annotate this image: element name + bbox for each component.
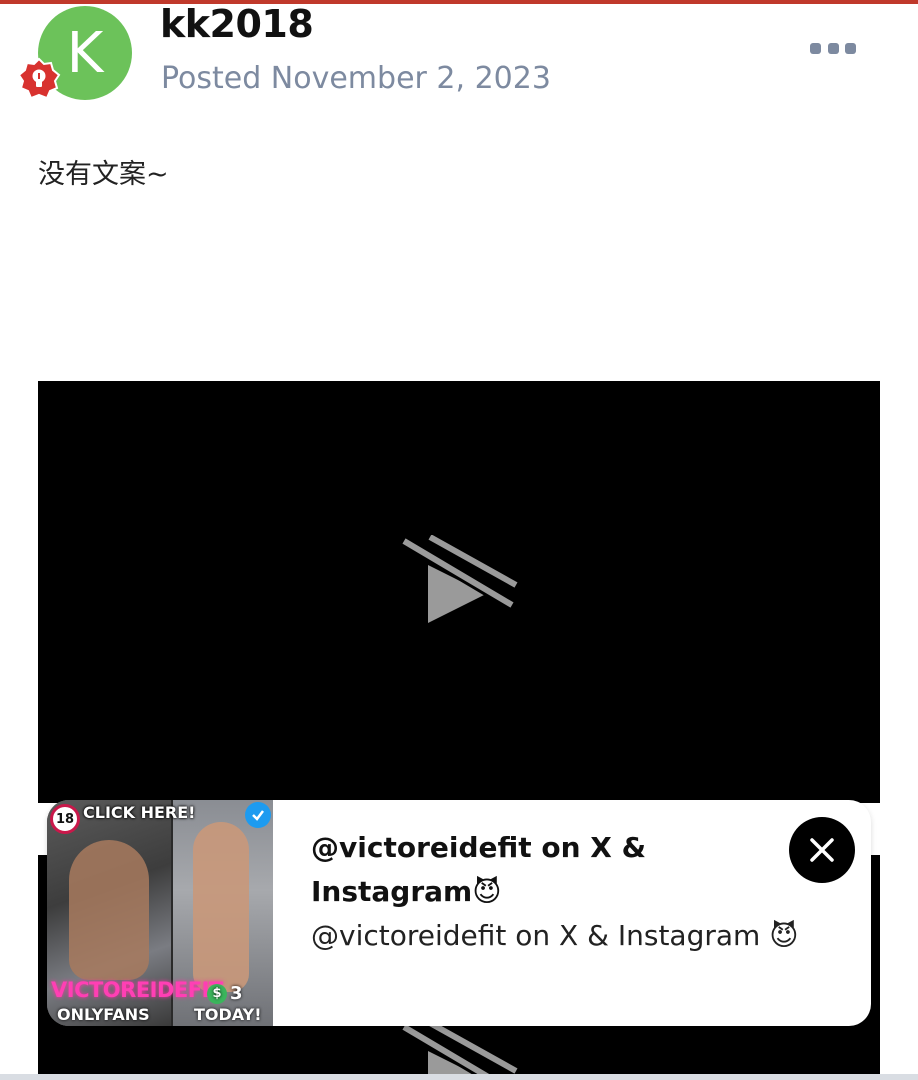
top-accent-bar (0, 0, 918, 4)
video-unavailable-icon (402, 1021, 518, 1080)
ad-thumbnail-price: $ 3 (207, 983, 243, 1004)
verified-check-icon (245, 802, 271, 828)
ad-title[interactable]: @victoreidefit on X & Instagram😈 (311, 826, 771, 914)
ad-thumbnail-platform: ONLYFANS (57, 1005, 150, 1024)
post-body-text: 没有文案~ (38, 159, 169, 190)
ad-thumbnail-brand: VICTOREIDEFIT (51, 978, 223, 1002)
ellipsis-icon[interactable] (810, 38, 856, 58)
post-author-username[interactable]: kk2018 (160, 2, 314, 46)
video-player[interactable] (38, 381, 880, 803)
ad-thumbnail-price-value: 3 (230, 983, 243, 1004)
post-date: Posted November 2, 2023 (161, 61, 551, 96)
ad-thumbnail-cta: CLICK HERE! (83, 803, 196, 822)
ad-description: @victoreidefit on X & Instagram 😈 (311, 919, 799, 952)
ad-thumbnail[interactable]: 18 CLICK HERE! VICTOREIDEFIT ONLYFANS $ … (47, 800, 273, 1026)
forum-post-page: K kk2018 Posted November 2, 2023 没有文案~ 1… (0, 0, 918, 1080)
close-icon[interactable] (789, 817, 855, 883)
ad-banner[interactable]: 18 CLICK HERE! VICTOREIDEFIT ONLYFANS $ … (47, 800, 871, 1026)
age-restriction-badge: 18 (50, 804, 80, 834)
ad-thumbnail-today: TODAY! (194, 1005, 262, 1024)
bottom-scroll-edge (0, 1074, 918, 1080)
avatar-letter: K (66, 20, 104, 86)
video-unavailable-icon (402, 535, 518, 623)
ad-thumbnail-figure (69, 840, 149, 980)
ad-thumbnail-figure (193, 822, 249, 992)
dollar-coin-icon: $ (207, 983, 227, 1004)
lightbulb-icon (17, 57, 61, 101)
